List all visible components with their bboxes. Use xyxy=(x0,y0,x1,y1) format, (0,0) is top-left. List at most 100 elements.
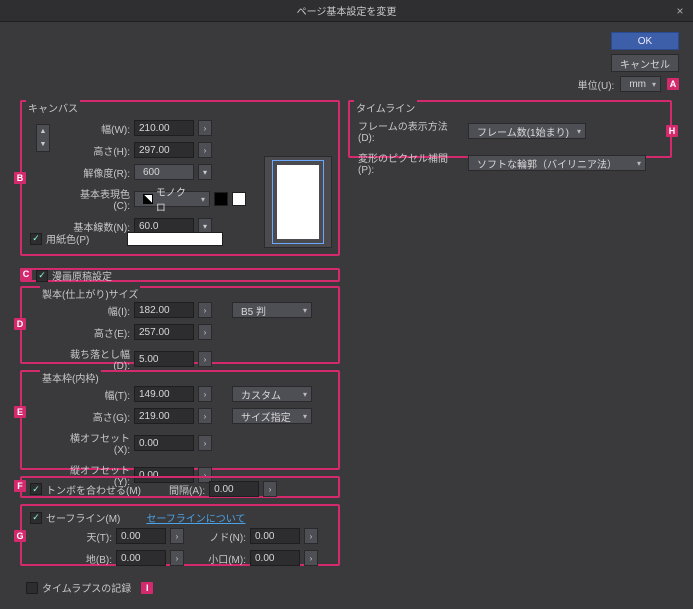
canvas-res-label: 解像度(R): xyxy=(72,165,130,180)
base-xoff-label: 横オフセット(X): xyxy=(60,430,130,456)
base-title: 基本枠(内枠) xyxy=(40,370,101,385)
timeline-pixel-select[interactable]: ソフトな輪郭（バイリニア法）▾ xyxy=(468,155,646,171)
safe-nodo-label: ノド(N): xyxy=(204,529,246,544)
swatch-white[interactable] xyxy=(232,192,246,206)
safe-ten-label: 天(T): xyxy=(70,529,112,544)
timeline-display-select[interactable]: フレーム数(1始まり)▾ xyxy=(468,123,586,139)
marker-c: C xyxy=(20,268,32,280)
spinner-icon[interactable]: › xyxy=(263,481,277,497)
safe-nodo-input[interactable] xyxy=(250,528,300,544)
chevron-down-icon[interactable]: ▾ xyxy=(198,164,212,180)
safe-group: ✓ セーフライン(M) セーフラインについて 天(T): › ノド(N): › … xyxy=(20,504,340,566)
spinner-icon[interactable]: › xyxy=(170,528,184,544)
cancel-button[interactable]: キャンセル xyxy=(611,54,679,72)
marker-h: H xyxy=(666,125,678,137)
marker-i: I xyxy=(141,582,153,594)
arrow-up-icon: ▲ xyxy=(37,125,49,138)
timelapse-checkbox[interactable]: ✓ xyxy=(26,582,38,594)
safe-chi-input[interactable] xyxy=(116,550,166,566)
paper-label: 用紙色(P) xyxy=(46,231,89,246)
paper-color-field[interactable] xyxy=(127,232,223,246)
marker-b: B xyxy=(14,172,26,184)
binding-height-label: 高さ(E): xyxy=(60,325,130,340)
tombo-checkbox[interactable]: ✓ xyxy=(30,483,42,495)
safe-about-link[interactable]: セーフラインについて xyxy=(146,510,245,525)
unit-select[interactable]: mm▾ xyxy=(620,76,661,92)
tombo-label: トンボを合わせる(M) xyxy=(46,482,141,497)
spinner-icon[interactable]: › xyxy=(198,324,212,340)
chevron-down-icon: ▾ xyxy=(577,127,581,136)
binding-bleed-input[interactable] xyxy=(134,351,194,367)
canvas-res-select[interactable]: 600 xyxy=(134,164,194,180)
marker-d: D xyxy=(14,318,26,330)
spinner-icon[interactable]: › xyxy=(304,528,318,544)
spinner-icon[interactable]: › xyxy=(198,120,212,136)
safe-koguchi-label: 小口(M): xyxy=(204,551,246,566)
canvas-preview xyxy=(264,156,332,248)
binding-group: 製本(仕上がり)サイズ 幅(I): › B5 判▾ 高さ(E): › 裁ち落とし… xyxy=(20,286,340,364)
spinner-icon[interactable]: › xyxy=(170,550,184,566)
binding-bleed-label: 裁ち落とし幅(D): xyxy=(60,346,130,372)
canvas-colormode-select[interactable]: モノクロ ▾ xyxy=(134,191,210,207)
chevron-down-icon: ▾ xyxy=(303,390,307,399)
dialog-title: ページ基本設定を変更 xyxy=(297,3,397,18)
manga-checkbox[interactable]: ✓ xyxy=(36,270,48,282)
base-sizespec-select[interactable]: サイズ指定▾ xyxy=(232,408,312,424)
ok-button[interactable]: OK xyxy=(611,32,679,50)
chevron-down-icon: ▾ xyxy=(201,195,205,204)
safe-checkbox[interactable]: ✓ xyxy=(30,512,42,524)
unit-label: 単位(U): xyxy=(578,77,615,92)
canvas-height-label: 高さ(H): xyxy=(72,143,130,158)
canvas-group: キャンバス ▲ ▼ 幅(W): › 高さ(H): › 解像度(R): 600 ▾… xyxy=(20,100,340,256)
safe-ten-input[interactable] xyxy=(116,528,166,544)
swatch-black[interactable] xyxy=(214,192,228,206)
binding-preset-select[interactable]: B5 判▾ xyxy=(232,302,312,318)
chevron-down-icon: ▾ xyxy=(303,306,307,315)
chevron-down-icon: ▾ xyxy=(652,80,656,89)
base-group: 基本枠(内枠) 幅(T): › カスタム▾ 高さ(G): › サイズ指定▾ 横オ… xyxy=(20,370,340,470)
binding-width-input[interactable] xyxy=(134,302,194,318)
tombo-gap-label: 間隔(A): xyxy=(169,482,205,497)
safe-chi-label: 地(B): xyxy=(70,551,112,566)
manga-label: 漫画原稿設定 xyxy=(52,268,112,283)
canvas-width-label: 幅(W): xyxy=(72,121,130,136)
spinner-icon[interactable]: › xyxy=(198,408,212,424)
canvas-width-input[interactable] xyxy=(134,120,194,136)
chevron-down-icon: ▾ xyxy=(637,159,641,168)
safe-label: セーフライン(M) xyxy=(46,510,120,525)
timeline-title: タイムライン xyxy=(354,100,417,115)
spinner-icon[interactable]: › xyxy=(198,386,212,402)
marker-e: E xyxy=(14,406,26,418)
spinner-icon[interactable]: › xyxy=(198,142,212,158)
tombo-group: ✓ トンボを合わせる(M) 間隔(A): › xyxy=(20,476,340,498)
paper-checkbox[interactable]: ✓ xyxy=(30,233,42,245)
arrow-down-icon: ▼ xyxy=(37,138,49,151)
spinner-icon[interactable]: › xyxy=(304,550,318,566)
safe-koguchi-input[interactable] xyxy=(250,550,300,566)
spinner-icon[interactable]: › xyxy=(198,435,212,451)
base-width-input[interactable] xyxy=(134,386,194,402)
marker-g: G xyxy=(14,530,26,542)
binding-title: 製本(仕上がり)サイズ xyxy=(40,286,140,301)
close-icon[interactable]: × xyxy=(673,4,687,18)
base-preset-select[interactable]: カスタム▾ xyxy=(232,386,312,402)
binding-width-label: 幅(I): xyxy=(60,303,130,318)
tombo-gap-input[interactable] xyxy=(209,481,259,497)
chevron-down-icon: ▾ xyxy=(303,412,307,421)
marker-a: A xyxy=(667,78,679,90)
base-height-input[interactable] xyxy=(134,408,194,424)
timelapse-label: タイムラプスの記録 xyxy=(42,580,131,595)
timeline-display-label: フレームの表示方法(D): xyxy=(358,118,464,144)
spinner-icon[interactable]: › xyxy=(198,351,212,367)
base-height-label: 高さ(G): xyxy=(60,409,130,424)
canvas-height-input[interactable] xyxy=(134,142,194,158)
marker-f: F xyxy=(14,480,26,492)
canvas-title: キャンバス xyxy=(26,100,80,115)
spinner-icon[interactable]: › xyxy=(198,302,212,318)
orientation-toggle[interactable]: ▲ ▼ xyxy=(36,124,50,152)
timeline-pixel-label: 変形のピクセル補間(P): xyxy=(358,150,464,176)
binding-height-input[interactable] xyxy=(134,324,194,340)
base-xoff-input[interactable] xyxy=(134,435,194,451)
titlebar: ページ基本設定を変更 × xyxy=(0,0,693,22)
canvas-colormode-label: 基本表現色(C): xyxy=(72,186,130,212)
